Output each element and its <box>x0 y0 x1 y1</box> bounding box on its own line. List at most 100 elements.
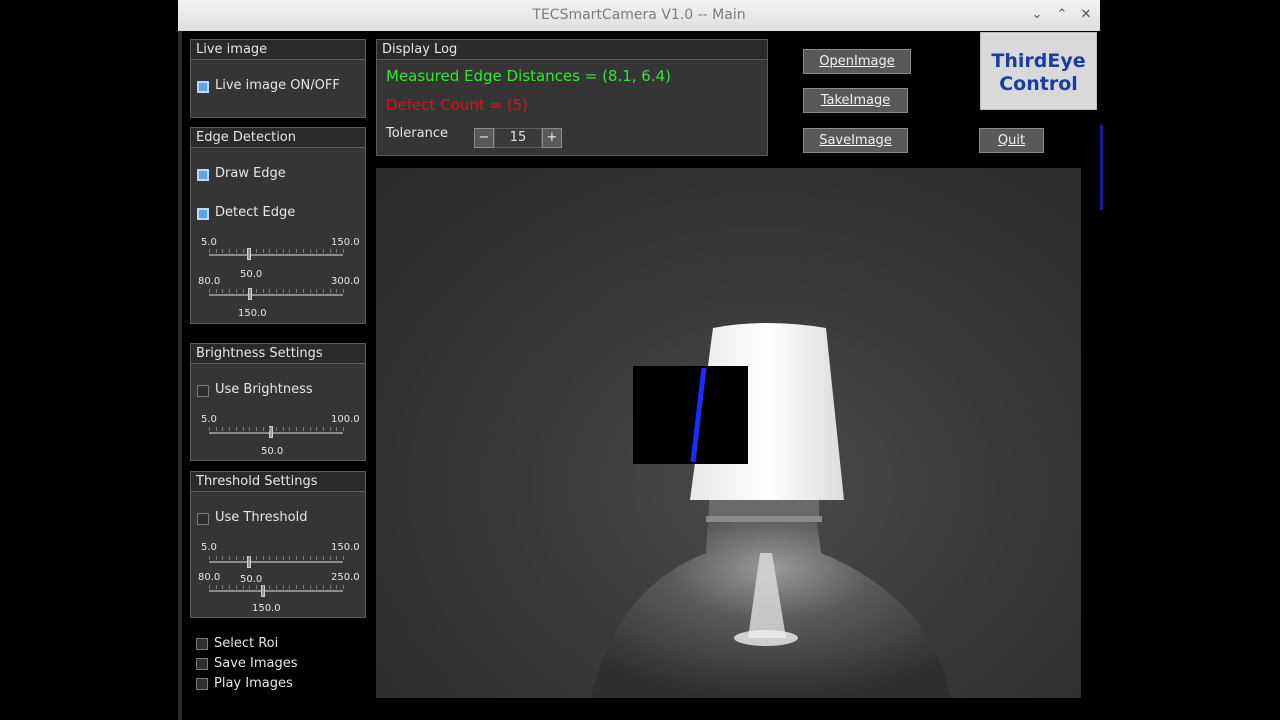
slider-tick <box>269 556 271 560</box>
slider-tick <box>262 289 264 293</box>
slider-max: 250.0 <box>331 572 360 583</box>
slider-tick <box>309 249 311 253</box>
slider-tick <box>229 289 231 293</box>
threshold-slider-2[interactable] <box>209 590 343 592</box>
slider-tick <box>289 289 291 293</box>
slider-tick <box>235 249 237 253</box>
slider-tick <box>276 427 277 431</box>
slider-tick <box>329 249 331 253</box>
slider-tick <box>322 585 324 589</box>
slider-tick <box>343 289 344 293</box>
slider-tick <box>269 289 271 293</box>
slider-tick <box>316 585 318 589</box>
open-image-button[interactable]: OpenImage <box>803 49 911 74</box>
title-bar[interactable]: TECSmartCamera V1.0 -- Main ⌄ ⌃ ✕ <box>178 0 1100 31</box>
slider-tick <box>209 427 210 431</box>
slider-tick <box>229 249 231 253</box>
slider-tick <box>336 249 338 253</box>
slider-tick <box>222 427 224 431</box>
slider-tick <box>255 585 257 589</box>
slider-max: 150.0 <box>331 237 360 248</box>
slider-max: 300.0 <box>331 276 360 287</box>
brightness-slider[interactable] <box>209 432 343 434</box>
logo-line-2: Control <box>999 73 1078 95</box>
live-image-checkbox[interactable] <box>197 81 209 93</box>
live-image-label: Live image ON/OFF <box>215 78 340 93</box>
close-icon[interactable]: ✕ <box>1077 6 1095 24</box>
use-threshold-checkbox[interactable] <box>197 513 209 525</box>
slider-tick <box>316 427 318 431</box>
detect-edge-checkbox[interactable] <box>197 208 209 220</box>
slider-tick <box>209 289 210 293</box>
slider-tick <box>242 249 244 253</box>
use-brightness-checkbox[interactable] <box>197 385 209 397</box>
slider-tick <box>276 556 277 560</box>
save-images-checkbox[interactable] <box>196 658 208 670</box>
slider-tick <box>343 427 344 431</box>
slider-tick <box>289 249 291 253</box>
slider-tick <box>336 427 338 431</box>
slider-tick <box>282 427 284 431</box>
slider-tick <box>329 289 331 293</box>
slider-max: 150.0 <box>331 542 360 553</box>
roi-box <box>633 366 748 464</box>
tolerance-label: Tolerance <box>386 126 448 141</box>
slider-tick <box>296 427 298 431</box>
slider-tick <box>296 585 298 589</box>
quit-button[interactable]: Quit <box>979 128 1044 153</box>
camera-view[interactable] <box>376 168 1081 698</box>
play-images-checkbox[interactable] <box>196 678 208 690</box>
main-content: Live image Live image ON/OFF Edge Detect… <box>182 31 1100 720</box>
slider-tick <box>343 585 344 589</box>
slider-tick <box>209 556 210 560</box>
threshold-slider-1[interactable] <box>209 561 343 563</box>
panel-title: Brightness Settings <box>191 344 365 364</box>
minimize-icon[interactable]: ⌄ <box>1028 6 1046 24</box>
slider-tick <box>262 249 264 253</box>
slider-tick <box>242 556 244 560</box>
tolerance-input[interactable]: 15 <box>494 128 542 148</box>
edge-slider-1[interactable] <box>209 254 343 256</box>
use-brightness-label: Use Brightness <box>215 382 313 397</box>
slider-tick <box>302 585 304 589</box>
tolerance-decrement-button[interactable]: − <box>474 128 494 148</box>
maximize-icon[interactable]: ⌃ <box>1053 6 1071 24</box>
camera-image <box>591 323 951 698</box>
slider-min: 80.0 <box>198 276 221 287</box>
slider-tick <box>296 556 298 560</box>
slider-tick <box>309 556 311 560</box>
display-log-panel: Display Log Measured Edge Distances = (8… <box>376 39 768 156</box>
slider-tick <box>329 556 331 560</box>
select-roi-checkbox[interactable] <box>196 638 208 650</box>
panel-title: Edge Detection <box>191 128 365 148</box>
slider-max: 100.0 <box>331 414 360 425</box>
slider-value: 150.0 <box>238 308 267 319</box>
slider-tick <box>242 427 244 431</box>
draw-edge-label: Draw Edge <box>215 166 286 181</box>
slider-tick <box>336 585 338 589</box>
slider-tick <box>255 556 257 560</box>
panel-title: Live image <box>191 40 365 60</box>
slider-tick <box>222 585 224 589</box>
take-image-button[interactable]: TakeImage <box>803 88 908 113</box>
slider-tick <box>242 289 244 293</box>
defect-count-text: Defect Count = (5) <box>386 96 529 114</box>
save-image-button[interactable]: SaveImage <box>803 128 908 153</box>
slider-tick <box>262 585 264 589</box>
draw-edge-checkbox[interactable] <box>197 169 209 181</box>
edge-slider-2[interactable] <box>209 294 343 296</box>
slider-tick <box>282 585 284 589</box>
slider-tick <box>282 556 284 560</box>
slider-tick <box>322 427 324 431</box>
slider-tick <box>269 249 271 253</box>
threshold-panel: Threshold Settings Use Threshold 5.0 150… <box>190 471 366 618</box>
slider-tick <box>289 556 291 560</box>
slider-value: 50.0 <box>240 269 263 280</box>
slider-tick <box>249 427 251 431</box>
slider-tick <box>343 556 344 560</box>
slider-tick <box>235 556 237 560</box>
tolerance-increment-button[interactable]: + <box>542 128 562 148</box>
slider-tick <box>235 289 237 293</box>
slider-tick <box>289 585 291 589</box>
slider-value: 150.0 <box>252 603 281 614</box>
